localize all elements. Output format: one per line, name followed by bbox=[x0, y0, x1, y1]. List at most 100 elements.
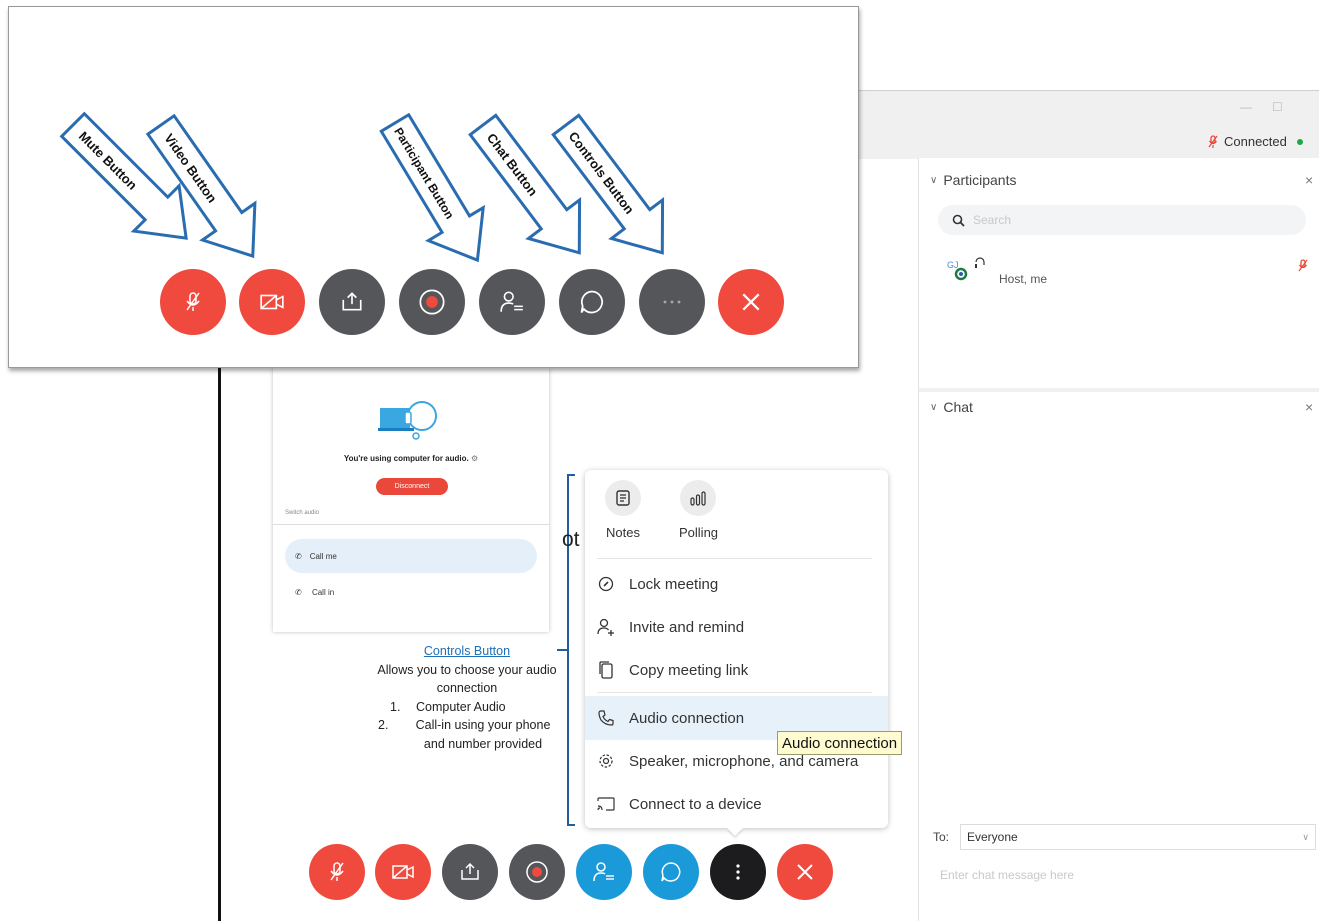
chat-recipient-select[interactable]: Everyone ∨ bbox=[960, 824, 1316, 850]
caption-description: Allows you to choose your audio connecti… bbox=[377, 662, 557, 696]
chevron-down-icon: ∨ bbox=[1302, 831, 1309, 842]
call-me-option[interactable]: ✆ Call me bbox=[285, 539, 537, 573]
card-divider bbox=[273, 524, 549, 525]
audio-connection-tooltip: Audio connection bbox=[777, 731, 903, 755]
menu-separator bbox=[597, 558, 872, 559]
callout-more-button bbox=[639, 269, 705, 335]
record-button[interactable] bbox=[509, 844, 565, 900]
more-horizontal-icon bbox=[663, 300, 681, 304]
participant-muted-mic-icon[interactable] bbox=[1298, 259, 1308, 273]
participants-search-input[interactable]: Search bbox=[938, 205, 1306, 235]
window-border bbox=[218, 365, 221, 921]
lock-meeting-label: Lock meeting bbox=[629, 575, 719, 593]
share-icon bbox=[461, 862, 479, 880]
callout-video-button bbox=[239, 269, 305, 335]
connected-label: Connected bbox=[1224, 134, 1287, 149]
search-placeholder: Search bbox=[973, 213, 1012, 227]
minimize-button[interactable]: — bbox=[1240, 100, 1252, 114]
invite-and-remind-item[interactable]: Invite and remind bbox=[585, 606, 888, 648]
leave-meeting-button[interactable] bbox=[777, 844, 833, 900]
controls-button[interactable] bbox=[710, 844, 766, 900]
participants-title: Participants bbox=[943, 172, 1017, 188]
callout-share-button bbox=[319, 269, 385, 335]
chat-recipient-value: Everyone bbox=[967, 830, 1018, 844]
audio-status-message: You're using computer for audio. bbox=[343, 454, 469, 463]
record-icon bbox=[526, 861, 548, 883]
connected-dot bbox=[1296, 138, 1303, 145]
participants-header[interactable]: ∨ Participants bbox=[930, 172, 1016, 188]
close-icon bbox=[742, 293, 760, 311]
chat-header[interactable]: ∨ Chat bbox=[930, 399, 973, 415]
record-icon bbox=[419, 289, 445, 315]
chevron-down-icon: ∨ bbox=[930, 174, 938, 186]
muted-mic-icon bbox=[330, 862, 344, 881]
bracket-bottom bbox=[567, 824, 575, 826]
gear-icon[interactable]: ⚙ bbox=[471, 454, 478, 463]
invite-icon bbox=[597, 618, 615, 636]
video-button[interactable] bbox=[375, 844, 431, 900]
close-icon bbox=[797, 864, 813, 880]
connection-status[interactable]: Connected bbox=[1208, 134, 1303, 149]
more-vertical-icon bbox=[736, 864, 740, 880]
controls-menu: Notes Polling Lock meeting Invite and re… bbox=[585, 470, 888, 828]
chat-icon bbox=[580, 290, 604, 314]
lock-icon bbox=[597, 576, 615, 592]
share-icon bbox=[342, 292, 362, 311]
copy-link-label: Copy meeting link bbox=[629, 661, 749, 679]
polling-label: Polling bbox=[679, 525, 719, 540]
callout-chat-button bbox=[559, 269, 625, 335]
partial-text: ot bbox=[562, 528, 580, 551]
speaker-mic-camera-label: Speaker, microphone, and camera bbox=[629, 752, 859, 770]
computer-audio-icon bbox=[378, 401, 437, 440]
switch-audio-label: Switch audio bbox=[285, 510, 320, 516]
avatar-initials: GJ bbox=[947, 260, 959, 270]
copy-icon bbox=[597, 661, 615, 679]
caption-item-2-text: Call-in using your phone and number prov… bbox=[415, 718, 551, 751]
mute-button[interactable] bbox=[309, 844, 365, 900]
notes-label: Notes bbox=[606, 525, 640, 540]
callout-leave-button bbox=[718, 269, 784, 335]
chat-icon bbox=[661, 862, 681, 882]
gear-icon bbox=[597, 753, 615, 769]
copy-meeting-link-item[interactable]: Copy meeting link bbox=[585, 649, 888, 691]
search-icon bbox=[952, 214, 965, 227]
chevron-down-icon: ∨ bbox=[930, 401, 938, 413]
participant-avatar[interactable]: GJ bbox=[945, 256, 985, 286]
close-chat-button[interactable]: × bbox=[1305, 399, 1313, 415]
chat-message-input[interactable]: Enter chat message here bbox=[940, 868, 1074, 882]
connect-device-item[interactable]: Connect to a device bbox=[585, 783, 888, 825]
caption-title[interactable]: Controls Button bbox=[372, 642, 562, 661]
callout-record-button bbox=[399, 269, 465, 335]
bracket-mid bbox=[557, 649, 568, 651]
caption-item-1: 1. Computer Audio bbox=[390, 699, 506, 714]
video-off-icon bbox=[392, 865, 414, 879]
chat-button[interactable] bbox=[643, 844, 699, 900]
restore-button[interactable]: ☐ bbox=[1272, 100, 1283, 114]
muted-mic-icon bbox=[1208, 134, 1218, 148]
cast-icon bbox=[597, 797, 615, 811]
muted-mic-icon bbox=[186, 292, 200, 311]
disconnect-button[interactable]: Disconnect bbox=[376, 478, 448, 495]
participants-button[interactable] bbox=[576, 844, 632, 900]
menu-pointer bbox=[727, 828, 743, 836]
connect-device-label: Connect to a device bbox=[629, 795, 762, 813]
polling-icon[interactable] bbox=[680, 480, 716, 516]
call-in-label: Call in bbox=[311, 588, 335, 597]
call-me-label: Call me bbox=[309, 551, 337, 561]
notes-icon[interactable] bbox=[605, 480, 641, 516]
menu-separator bbox=[597, 692, 872, 693]
participants-icon bbox=[593, 862, 614, 882]
participants-icon bbox=[500, 291, 523, 312]
bracket-top bbox=[567, 474, 575, 476]
close-participants-button[interactable]: × bbox=[1305, 172, 1313, 188]
caption-item-2: 2. Call-in using your phone and number pr… bbox=[372, 716, 562, 753]
share-button[interactable] bbox=[442, 844, 498, 900]
phone-icon: ✆ bbox=[295, 551, 302, 561]
call-in-option[interactable]: ✆ Call in bbox=[295, 588, 334, 597]
phone-icon bbox=[597, 710, 615, 726]
callout-participants-button bbox=[479, 269, 545, 335]
lock-meeting-item[interactable]: Lock meeting bbox=[585, 563, 888, 605]
invite-label: Invite and remind bbox=[629, 618, 745, 636]
panel-divider bbox=[919, 388, 1319, 392]
phone-icon: ✆ bbox=[295, 588, 302, 597]
